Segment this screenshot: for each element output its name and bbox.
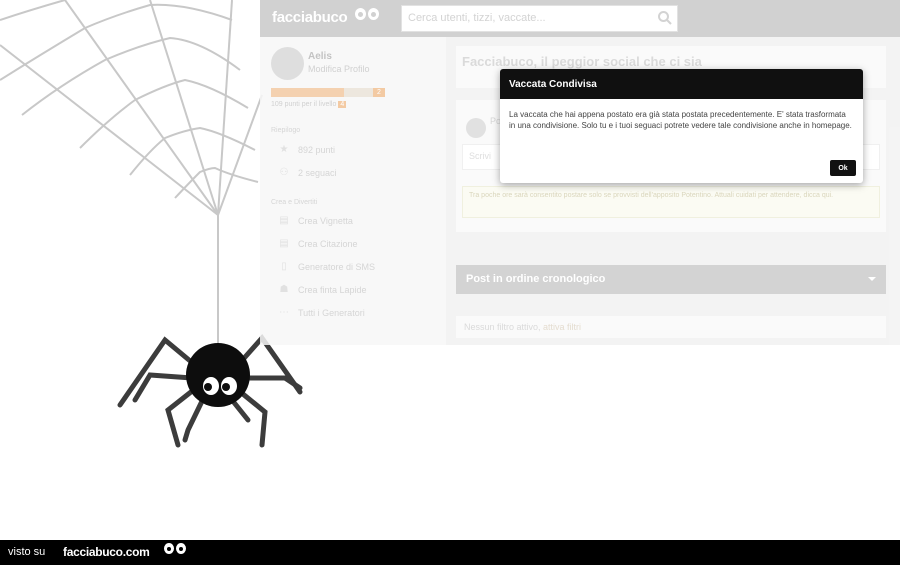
search-input[interactable]: Cerca utenti, tizzi, vaccate...: [401, 5, 678, 32]
sidebar-item-vignette[interactable]: ▤ Crea Vignetta: [278, 215, 353, 227]
post-avatar: [466, 118, 486, 138]
quote-icon: ▤: [279, 238, 289, 249]
chronological-order-dropdown[interactable]: Post in ordine cronologico: [456, 265, 886, 294]
sidebar-item-followers[interactable]: ⚇ 2 seguaci: [278, 167, 337, 179]
level-progress-fill: [271, 88, 344, 97]
followers-icon: ⚇: [279, 167, 289, 178]
sidebar-item-tombstone[interactable]: ☗ Crea finta Lapide: [278, 284, 367, 296]
footer-site-logo[interactable]: facciabuco.com: [63, 545, 150, 559]
sidebar-item-generators[interactable]: ⋯ Tutti i Generatori: [278, 307, 365, 319]
seen-on-label: visto su: [8, 546, 46, 558]
more-icon: ⋯: [279, 307, 289, 318]
section-overview-title: Riepilogo: [271, 127, 301, 134]
sidebar-item-sms[interactable]: ▯ Generatore di SMS: [278, 261, 375, 273]
points-next-level: 109 punti per il livello 4: [271, 101, 347, 108]
modal-message: La vaccata che hai appena postato era gi…: [509, 110, 852, 130]
vignette-icon: ▤: [279, 215, 289, 226]
search-icon[interactable]: [657, 10, 673, 26]
screenshot-stage: facciabuco Cerca utenti, tizzi, vaccate.…: [0, 0, 900, 565]
top-bar: facciabuco Cerca utenti, tizzi, vaccate.…: [260, 0, 900, 37]
star-icon: ★: [279, 144, 289, 155]
post-notice: Tra poche ore sarà consentito postare so…: [462, 186, 880, 218]
sidebar-item-quote[interactable]: ▤ Crea Citazione: [278, 238, 357, 250]
chronological-order-label: Post in ordine cronologico: [466, 273, 606, 285]
edit-profile-link[interactable]: Modifica Profilo: [308, 64, 370, 74]
level-badge: 2: [373, 88, 385, 97]
page-title: Facciabuco, il peggior social che ci sia: [462, 54, 702, 69]
ok-button[interactable]: Ok: [830, 160, 856, 176]
activate-filters-link[interactable]: attiva filtri: [543, 322, 581, 332]
footer-bar: visto su facciabuco.com: [0, 540, 900, 565]
footer-eyes-icon: [164, 543, 188, 559]
logo-eyes-icon: [355, 8, 381, 24]
spider-web: [0, 0, 263, 345]
filter-status: Nessun filtro attivo, attiva filtri: [456, 316, 886, 338]
spider: [117, 333, 303, 448]
avatar[interactable]: [271, 47, 304, 80]
caret-down-icon: [868, 277, 876, 281]
sidebar-item-points[interactable]: ★ 892 punti: [278, 144, 336, 156]
user-name[interactable]: Aelis: [308, 51, 332, 62]
site-logo[interactable]: facciabuco: [272, 9, 348, 26]
shared-post-modal: Vaccata Condivisa La vaccata che hai app…: [500, 69, 863, 183]
sidebar: Aelis Modifica Profilo 2 109 punti per i…: [260, 37, 446, 345]
next-level-badge: 4: [338, 101, 347, 108]
section-tools-title: Crea e Divertiti: [271, 199, 318, 206]
tombstone-icon: ☗: [279, 284, 289, 295]
level-progress-bar: [271, 88, 375, 97]
modal-title: Vaccata Condivisa: [500, 69, 863, 99]
phone-icon: ▯: [281, 261, 287, 272]
